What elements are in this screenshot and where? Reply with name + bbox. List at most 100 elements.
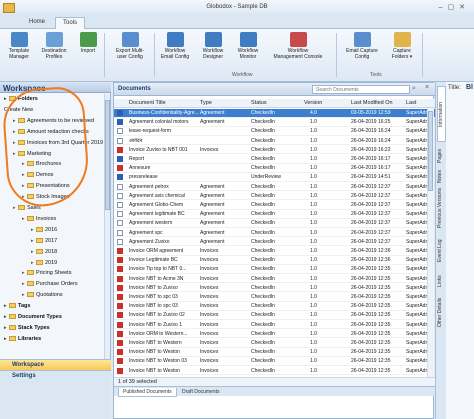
vertical-tab-information[interactable]: Information — [437, 86, 446, 142]
table-row[interactable]: Report CheckedIn 1.0 26-04-2019 16:17 SuperA… — [114, 155, 435, 164]
table-cell-date: 26-04-2019 16:22 — [351, 146, 391, 153]
nav-settings[interactable]: Settings — [0, 370, 111, 381]
destination-profiles-button[interactable]: Destination Profiles — [36, 32, 72, 60]
template-manager-button[interactable]: Template Manager — [4, 32, 34, 60]
tab-published-documents[interactable]: Published Documents — [118, 388, 177, 397]
table-row[interactable]: Invoice NBT to Weston Invoices CheckedIn 1.… — [114, 367, 435, 376]
vertical-tab-pages[interactable]: Pages — [437, 146, 446, 166]
email-capture-config-button[interactable]: Email Capture Config — [340, 32, 384, 60]
workflow-management-console-button[interactable]: Workflow Management Console — [266, 32, 330, 60]
table-row[interactable]: Invoice NBT to Zuvixo 1 Invoices CheckedIn… — [114, 321, 435, 330]
table-row[interactable]: Agreement Zuvixo Agreement CheckedIn 1.0 26-… — [114, 238, 435, 247]
tree-item-label: 2016 — [45, 226, 58, 233]
export-multiuser-config-button[interactable]: Export Multi- user Config — [108, 32, 152, 60]
document-icon — [117, 128, 123, 135]
col-status[interactable]: Status — [251, 100, 267, 106]
col-version[interactable]: Version — [304, 100, 322, 106]
table-row[interactable]: Invoice Legitimate BC Invoices CheckedIn 1.… — [114, 256, 435, 265]
table-row[interactable]: आवेदन CheckedIn 1.0 26-04-2019 16:24 SuperAd… — [114, 137, 435, 146]
vertical-tab-notes[interactable]: Notes — [437, 168, 446, 184]
table-row[interactable]: Business-Confidentiality-Agre... Agreemen… — [114, 109, 435, 118]
workflow-email-config-button[interactable]: Workflow Email Config — [156, 32, 194, 60]
tree-item[interactable]: ▸ Purchase Orders — [22, 281, 78, 287]
tree-item[interactable]: ▸ 2017 — [31, 237, 57, 244]
search-icon[interactable]: ⌕ — [412, 85, 416, 93]
tree-item[interactable]: ▸ Pricing Sheets — [22, 270, 71, 276]
table-row[interactable]: Agreement western Agreement CheckedIn 1.0 26… — [114, 219, 435, 228]
vertical-tab-previous-versions[interactable]: Previous Versions — [437, 186, 446, 230]
vertical-tab-event-log[interactable]: Event Log — [437, 232, 446, 270]
table-cell-title: Agreement legitimate BC — [129, 211, 185, 218]
table-cell-status: CheckedIn — [251, 229, 275, 236]
table-cell-date: 26-04-2019 12:35 — [351, 266, 391, 273]
table-cell-status: CheckedIn — [251, 248, 275, 254]
table-row[interactable]: Invoice NBT to Acme 3N Invoices CheckedIn 1… — [114, 275, 435, 284]
word-file-icon — [117, 156, 123, 162]
table-row[interactable]: Agreement petrox Agreement CheckedIn 1.0 26-… — [114, 183, 435, 192]
selection-status: 1 of 39 selected — [114, 377, 435, 386]
destination-icon — [45, 32, 63, 47]
tree-item[interactable]: ▸ 2019 — [31, 259, 57, 266]
table-row[interactable]: Agreement colonial motors Agreement Checke… — [114, 118, 435, 127]
vertical-tab-links[interactable]: Links — [437, 272, 446, 290]
table-cell-date: 26-04-2019 12:35 — [351, 284, 391, 291]
tree-item[interactable]: ▸ Document Types — [4, 314, 62, 320]
table-row[interactable]: Agreement spc Agreement CheckedIn 1.0 26-04-… — [114, 229, 435, 238]
pdf-file-icon — [117, 358, 123, 365]
capture-folder-icon — [393, 32, 411, 47]
table-cell-type: Invoices — [200, 340, 219, 346]
table-row[interactable]: Invoice NBT to spc 03 Invoices CheckedIn 1.… — [114, 302, 435, 311]
table-row[interactable]: Invoice NBT to Zuvixo 02 Invoices CheckedI… — [114, 311, 435, 320]
search-input[interactable] — [312, 85, 410, 94]
workspace-scroll-thumb[interactable] — [105, 100, 110, 210]
table-cell-date: 26-04-2019 16:24 — [351, 128, 391, 135]
tree-item[interactable]: ▸ Stack Types — [4, 324, 50, 331]
window-controls[interactable]: –▢✕ — [439, 3, 470, 11]
col-type[interactable]: Type — [200, 100, 212, 106]
table-cell-date: 26-04-2019 12:35 — [351, 275, 391, 282]
table-row[interactable]: leave-request-form CheckedIn 1.0 26-04-2019… — [114, 127, 435, 136]
tree-item[interactable]: ▸ Libraries — [4, 335, 41, 342]
table-row[interactable]: Invoice NBT to Zuvixo Invoices CheckedIn 1.… — [114, 284, 435, 293]
table-row[interactable]: Invoice Tip top to NBT 0... Invoices Check… — [114, 265, 435, 274]
table-row[interactable]: Agreement Globo-Chem Agreement CheckedIn 1.… — [114, 201, 435, 210]
table-cell-title: Agreement colonial motors — [129, 119, 189, 126]
tree-item[interactable]: ▸ 2018 — [31, 248, 57, 255]
table-row[interactable]: Invoice Zuvixo to NBT 001 Invoices Checked… — [114, 146, 435, 155]
nav-workspace[interactable]: Workspace — [0, 359, 111, 370]
vertical-tab-other-details[interactable]: Other Details — [437, 292, 446, 332]
workflow-monitor-button[interactable]: Workflow Monitor — [232, 32, 264, 60]
tree-item[interactable]: ▸ Quotations — [22, 292, 63, 298]
table-row[interactable]: Invoice ORM to Western... Invoices Checked… — [114, 330, 435, 339]
table-row[interactable]: Invoice NBT to Weston Invoices CheckedIn 1.… — [114, 348, 435, 357]
table-row[interactable]: Invoice ORM agreement Invoices CheckedIn 1.… — [114, 247, 435, 256]
close-icon[interactable]: × — [425, 84, 429, 91]
capture-folders-button[interactable]: Capture Folders ▾ — [386, 32, 418, 60]
tab-home[interactable]: Home — [22, 17, 52, 29]
table-row[interactable]: Agreement axis chemical Agreement CheckedI… — [114, 192, 435, 201]
tab-draft-documents[interactable]: Draft Documents — [178, 388, 224, 396]
details-pane: Title: Bl — [446, 82, 474, 419]
group-label-workflow: Workflow — [232, 72, 253, 78]
col-last-modified[interactable]: Last Modified On — [351, 100, 393, 106]
table-row[interactable]: Annexure CheckedIn 1.0 26-04-2019 16:17 Supe… — [114, 164, 435, 173]
import-button[interactable]: Import — [76, 32, 100, 54]
table-row[interactable]: Invoice NBT to spc 03 Invoices CheckedIn 1.… — [114, 293, 435, 302]
table-row[interactable]: Invoice NBT to Weston 03 Invoices CheckedI… — [114, 357, 435, 366]
table-row[interactable]: Agreement legitimate BC Agreement CheckedI… — [114, 210, 435, 219]
tree-item[interactable]: ▸ Tags — [4, 303, 30, 309]
table-row[interactable]: Invoice NBT to Western Invoices CheckedIn 1… — [114, 339, 435, 348]
table-cell-date: 26-04-2019 12:35 — [351, 321, 391, 328]
col-last-by[interactable]: Last — [406, 100, 416, 106]
tab-tools[interactable]: Tools — [55, 17, 86, 29]
table-row[interactable]: pressrelease UnderReview 1.0 26-04-2019 14:… — [114, 173, 435, 182]
documents-scroll-thumb[interactable] — [428, 111, 433, 191]
col-document-title[interactable]: Document Title — [129, 100, 166, 106]
tree-item[interactable]: ▸ Invoices — [22, 215, 56, 222]
table-cell-version: 1.0 — [310, 330, 317, 337]
tree-item[interactable]: ▸ 2016 — [31, 226, 58, 233]
pdf-file-icon — [117, 349, 123, 356]
workflow-designer-button[interactable]: Workflow Designer — [196, 32, 230, 60]
template-icon — [10, 32, 28, 47]
workflow-email-icon — [166, 32, 184, 47]
